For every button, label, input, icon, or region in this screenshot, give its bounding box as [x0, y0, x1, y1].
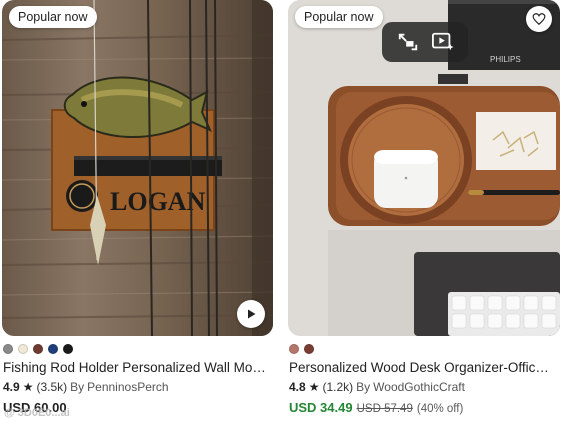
rating-line: 4.9 ★ (3.5k) By PenninosPerch: [2, 380, 275, 394]
shop-name[interactable]: PenninosPerch: [87, 380, 168, 394]
picture-in-picture-button[interactable]: [395, 29, 421, 55]
color-swatch[interactable]: [63, 344, 73, 354]
rating-score: 4.9: [3, 380, 20, 394]
popular-now-badge: Popular now: [9, 6, 97, 28]
star-icon: ★: [308, 380, 320, 394]
price-line: USD 34.49 USD 57.49 (40% off): [288, 400, 561, 415]
product-image-fishing-rod-holder[interactable]: LOGAN Popular now: [2, 0, 273, 336]
video-ai-button[interactable]: [430, 29, 456, 55]
play-video-button[interactable]: [237, 300, 265, 328]
popular-now-badge: Popular now: [295, 6, 383, 28]
sale-price: USD 34.49: [289, 400, 353, 415]
review-count: (3.5k): [36, 380, 68, 394]
color-swatch[interactable]: [3, 344, 13, 354]
image-tools-overlay: [382, 22, 468, 62]
product-image-desk-organizer[interactable]: PHILIPS Popular now: [288, 0, 560, 336]
color-swatch[interactable]: [18, 344, 28, 354]
watermark: @ 3D0E0...ai: [4, 407, 70, 419]
video-sparkle-icon: [431, 32, 454, 51]
product-card-fishing-rod-holder[interactable]: LOGAN Popular now Fishing Rod Holder Per…: [2, 0, 275, 415]
add-to-favorites-button[interactable]: [526, 6, 552, 32]
review-count: (1.2k): [322, 380, 354, 394]
star-icon: ★: [22, 380, 34, 394]
monitor-brand: PHILIPS: [490, 55, 521, 64]
color-swatch[interactable]: [289, 344, 299, 354]
rating-score: 4.8: [289, 380, 306, 394]
product-card-desk-organizer[interactable]: PHILIPS Popular now Personalized Wood De…: [288, 0, 561, 415]
original-price: USD 57.49: [356, 403, 413, 415]
color-swatch[interactable]: [304, 344, 314, 354]
fishing-rod-holder-photo: LOGAN: [2, 0, 273, 336]
product-title[interactable]: Fishing Rod Holder Personalized Wall Mou…: [2, 360, 270, 375]
picture-in-picture-icon: [398, 33, 417, 51]
color-swatches: [288, 344, 561, 354]
by-label: By: [70, 380, 85, 394]
color-swatch[interactable]: [48, 344, 58, 354]
shop-name[interactable]: WoodGothicCraft: [373, 380, 465, 394]
color-swatch[interactable]: [33, 344, 43, 354]
play-icon: [248, 309, 256, 319]
color-swatches: [2, 344, 275, 354]
product-title[interactable]: Personalized Wood Desk Organizer-Office …: [288, 360, 556, 375]
by-label: By: [356, 380, 371, 394]
discount-percent: (40% off): [416, 403, 464, 415]
heart-icon: [532, 13, 546, 26]
rating-line: 4.8 ★ (1.2k) By WoodGothicCraft: [288, 380, 561, 394]
